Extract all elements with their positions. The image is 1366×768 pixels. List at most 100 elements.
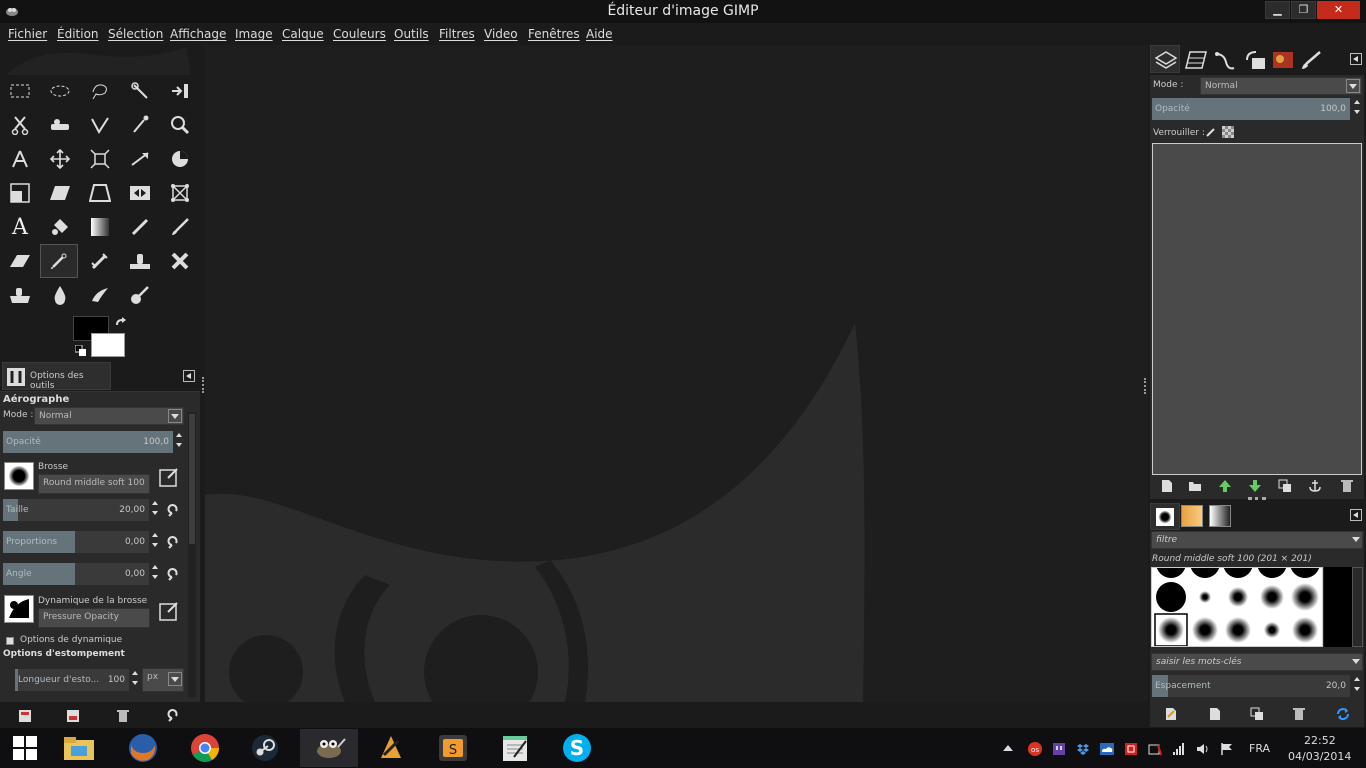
reset-options-icon[interactable]: [166, 709, 180, 723]
fade-unit-chevron-icon[interactable]: [168, 672, 182, 686]
taskbar-skype[interactable]: S: [548, 729, 606, 767]
configure-tab-menu-icon[interactable]: [183, 370, 195, 382]
images-icon[interactable]: [1272, 50, 1294, 70]
paths-tab-icon[interactable]: [1214, 50, 1236, 70]
opacity-slider[interactable]: Opacité 100,0: [2, 430, 174, 454]
scale-icon[interactable]: [5, 178, 35, 208]
delete-layer-icon[interactable]: [1340, 479, 1354, 493]
bucket-fill-icon[interactable]: [45, 212, 75, 242]
rotate-icon[interactable]: [165, 144, 195, 174]
text-icon[interactable]: A: [5, 212, 35, 242]
menu-selection[interactable]: Sélection: [108, 27, 163, 41]
paths-icon[interactable]: [85, 110, 115, 140]
channels-icon[interactable]: [1184, 50, 1208, 70]
shear-icon[interactable]: [45, 178, 75, 208]
restore-button[interactable]: ❐: [1291, 1, 1316, 19]
tray-twitch-icon[interactable]: [1052, 742, 1066, 756]
delete-brush-icon[interactable]: [1292, 707, 1306, 721]
tray-antivirus-icon[interactable]: [1124, 742, 1138, 756]
taskbar-firefox[interactable]: [114, 729, 172, 767]
brush-tags-field[interactable]: saisir les mots-clés: [1151, 653, 1363, 671]
angle-reset-icon[interactable]: [166, 568, 180, 582]
layers-tab-menu-icon[interactable]: [1350, 53, 1362, 65]
tool-options-scrollbar[interactable]: [188, 412, 196, 697]
fade-length-slider[interactable]: Longueur d'esto... 100: [14, 668, 130, 692]
close-button[interactable]: ✕: [1317, 1, 1360, 19]
color-picker-icon[interactable]: [125, 110, 155, 140]
scissors-icon[interactable]: [5, 110, 35, 140]
blend-icon[interactable]: [85, 212, 115, 242]
flip-icon[interactable]: [125, 178, 155, 208]
tray-network-icon[interactable]: [1172, 742, 1186, 756]
cage-icon[interactable]: [165, 178, 195, 208]
taskbar-gimp[interactable]: [300, 729, 358, 767]
free-select-icon[interactable]: [85, 76, 115, 106]
mode-select[interactable]: Normal: [34, 407, 184, 425]
spacing-spinner[interactable]: [1352, 674, 1362, 696]
menu-outils[interactable]: Outils: [394, 27, 429, 41]
tab-tool-options[interactable]: Options des outils: [2, 362, 111, 391]
paintbrush-icon[interactable]: [165, 212, 195, 242]
background-color-swatch[interactable]: [91, 333, 125, 357]
raise-layer-icon[interactable]: [1218, 479, 1232, 493]
menu-filtres[interactable]: Filtres: [439, 27, 475, 41]
taskbar-winamp[interactable]: [362, 729, 420, 767]
delete-options-icon[interactable]: [116, 709, 130, 723]
brushes-tab-menu-icon[interactable]: [1350, 509, 1362, 521]
ink-icon[interactable]: [85, 246, 115, 276]
proportions-reset-icon[interactable]: [166, 536, 180, 550]
tray-date[interactable]: 04/03/2014: [1288, 750, 1351, 763]
duplicate-brush-icon[interactable]: [1250, 707, 1264, 721]
heal-select-icon[interactable]: [45, 110, 75, 140]
brush-filter-field[interactable]: filtre: [1151, 531, 1363, 549]
foreground-select-icon[interactable]: [165, 76, 195, 106]
opacity-spinner[interactable]: [174, 430, 184, 452]
tray-power-icon[interactable]: [1148, 742, 1162, 756]
brush-preview[interactable]: [4, 462, 34, 490]
menu-fichier[interactable]: Fichier: [8, 27, 47, 41]
proportions-spinner[interactable]: [150, 530, 160, 552]
brushes-tab-icon[interactable]: [1300, 50, 1322, 70]
pencil-icon[interactable]: [125, 212, 155, 242]
save-options-icon[interactable]: [18, 709, 32, 723]
size-reset-icon[interactable]: [166, 504, 180, 518]
eraser-icon[interactable]: [5, 246, 35, 276]
fade-length-spinner[interactable]: [130, 668, 140, 690]
measure-icon[interactable]: [5, 144, 35, 174]
menu-edition[interactable]: Édition: [57, 27, 99, 41]
tray-action-center-icon[interactable]: [1220, 742, 1234, 756]
brush-grid[interactable]: [1151, 567, 1323, 647]
crop-icon[interactable]: [125, 144, 155, 174]
layers-opacity-slider[interactable]: Opacité 100,0: [1151, 97, 1351, 121]
brush-name-field[interactable]: Round middle soft 100: [38, 474, 150, 494]
ellipse-select-icon[interactable]: [45, 76, 75, 106]
mode-dropdown-chevron-icon[interactable]: [168, 409, 182, 423]
lower-layer-icon[interactable]: [1248, 479, 1262, 493]
tray-overflow-chevron-icon[interactable]: [1003, 745, 1013, 751]
tray-onedrive-icon[interactable]: [1100, 742, 1114, 756]
layers-opacity-spinner[interactable]: [1352, 97, 1362, 119]
new-layer-icon[interactable]: [1160, 479, 1174, 493]
menu-couleurs[interactable]: Couleurs: [333, 27, 386, 41]
rect-select-icon[interactable]: [5, 76, 35, 106]
edit-dynamics-icon[interactable]: [158, 600, 180, 622]
heal-icon[interactable]: [165, 246, 195, 276]
undo-history-icon[interactable]: [1244, 50, 1266, 70]
airbrush-icon[interactable]: [40, 244, 78, 278]
spacing-slider[interactable]: Espacement 20,0: [1151, 674, 1351, 698]
lock-pixels-icon[interactable]: [1205, 126, 1217, 138]
new-brush-icon[interactable]: [1208, 707, 1222, 721]
tray-time[interactable]: 22:52: [1304, 734, 1336, 747]
perspective-icon[interactable]: [85, 178, 115, 208]
taskbar-notepad[interactable]: [486, 729, 544, 767]
tab-gradients[interactable]: [1209, 505, 1231, 527]
fade-unit-select[interactable]: px: [142, 668, 184, 692]
menu-affichage[interactable]: Affichage: [170, 27, 226, 41]
dock-separator-handle[interactable]: [1248, 497, 1266, 501]
layers-mode-select[interactable]: Normal: [1200, 77, 1362, 95]
taskbar-chrome[interactable]: [176, 729, 234, 767]
lock-alpha-icon[interactable]: [1222, 126, 1234, 138]
tab-brushes[interactable]: [1150, 503, 1180, 530]
menu-video[interactable]: Video: [484, 27, 518, 41]
brush-grid-scrollbar[interactable]: [1352, 567, 1363, 647]
